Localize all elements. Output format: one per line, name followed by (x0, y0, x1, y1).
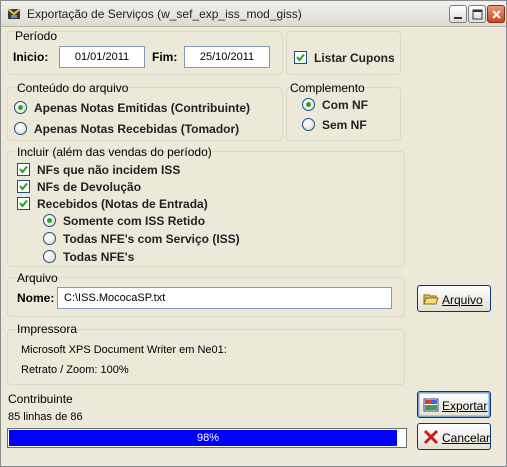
printer-zoom: Retrato / Zoom: 100% (21, 364, 129, 376)
impressora-title: Impressora (17, 322, 78, 336)
incluir-devolucao-label[interactable]: NFs de Devolução (37, 180, 141, 194)
cancel-x-icon (423, 429, 439, 445)
incluir-title: Incluir (além das vendas do período) (17, 145, 212, 159)
listar-cupons-checkbox[interactable] (294, 51, 307, 64)
listar-cupons-label[interactable]: Listar Cupons (314, 51, 395, 65)
close-button[interactable] (487, 5, 505, 23)
checkmark-icon (19, 165, 28, 174)
complemento-title: Complemento (290, 81, 365, 95)
conteudo-option-recebidas-radio[interactable] (14, 122, 27, 135)
status-title: Contribuinte (8, 392, 73, 406)
conteudo-option-recebidas-label[interactable]: Apenas Notas Recebidas (Tomador) (34, 122, 239, 136)
periodo-title: Período (15, 29, 58, 43)
fim-label: Fim: (152, 50, 178, 64)
export-progress-bar: 98% (7, 428, 407, 448)
recebidos-todas-radio[interactable] (43, 250, 56, 263)
conteudo-title: Conteúdo do arquivo (17, 81, 129, 95)
complemento-group (286, 87, 401, 141)
recebidos-todas-label[interactable]: Todas NFE's (63, 250, 134, 264)
recebidos-todas-servico-label[interactable]: Todas NFE's com Serviço (ISS) (63, 232, 240, 246)
exportar-button-label: Exportar (442, 399, 488, 413)
close-icon (492, 10, 501, 19)
recebidos-iss-retido-label[interactable]: Somente com ISS Retido (63, 214, 205, 228)
arquivo-nome-input[interactable]: C:\ISS.MococaSP.txt (57, 287, 392, 309)
arquivo-button-label: Arquivo (442, 293, 483, 307)
arquivo-title: Arquivo (17, 271, 58, 285)
inicio-label: Inicio: (13, 50, 49, 64)
recebidos-todas-servico-radio[interactable] (43, 232, 56, 245)
export-window: Exportação de Serviços (w_sef_exp_iss_mo… (0, 0, 507, 467)
incluir-recebidos-checkbox[interactable] (17, 197, 30, 210)
export-icon (423, 398, 439, 412)
status-lines: 85 linhas de 86 (8, 411, 83, 423)
app-icon (7, 8, 21, 19)
impressora-group (7, 329, 405, 385)
incluir-nao-incidem-checkbox[interactable] (17, 163, 30, 176)
incluir-recebidos-label[interactable]: Recebidos (Notas de Entrada) (37, 197, 208, 211)
complemento-com-nf-label[interactable]: Com NF (322, 98, 368, 112)
arquivo-nome-label: Nome: (17, 291, 55, 305)
complemento-sem-nf-label[interactable]: Sem NF (322, 118, 367, 132)
exportar-button[interactable]: Exportar (417, 391, 491, 418)
maximize-button[interactable] (468, 5, 486, 23)
minimize-button[interactable] (449, 5, 467, 23)
minimize-icon (454, 17, 462, 19)
window-title: Exportação de Serviços (w_sef_exp_iss_mo… (27, 7, 302, 21)
arquivo-button[interactable]: Arquivo (417, 285, 491, 312)
checkmark-icon (19, 182, 28, 191)
cancelar-button[interactable]: Cancelar (417, 423, 491, 450)
conteudo-option-emitidas-radio[interactable] (14, 101, 27, 114)
folder-open-icon (423, 294, 439, 305)
cancelar-button-label: Cancelar (442, 431, 491, 445)
printer-name: Microsoft XPS Document Writer em Ne01: (21, 344, 227, 356)
inicio-date-input[interactable]: 01/01/2011 (59, 46, 145, 68)
incluir-nao-incidem-label[interactable]: NFs que não incidem ISS (37, 163, 180, 177)
progress-percent: 98% (196, 432, 220, 444)
checkmark-icon (19, 199, 28, 208)
complemento-sem-nf-radio[interactable] (302, 118, 315, 131)
complemento-com-nf-radio[interactable] (302, 98, 315, 111)
checkmark-icon (296, 53, 305, 62)
recebidos-iss-retido-radio[interactable] (43, 214, 56, 227)
fim-date-input[interactable]: 25/10/2011 (184, 46, 270, 68)
maximize-icon (472, 9, 483, 20)
conteudo-option-emitidas-label[interactable]: Apenas Notas Emitidas (Contribuinte) (34, 101, 250, 115)
title-bar[interactable]: Exportação de Serviços (w_sef_exp_iss_mo… (1, 1, 506, 27)
incluir-devolucao-checkbox[interactable] (17, 180, 30, 193)
